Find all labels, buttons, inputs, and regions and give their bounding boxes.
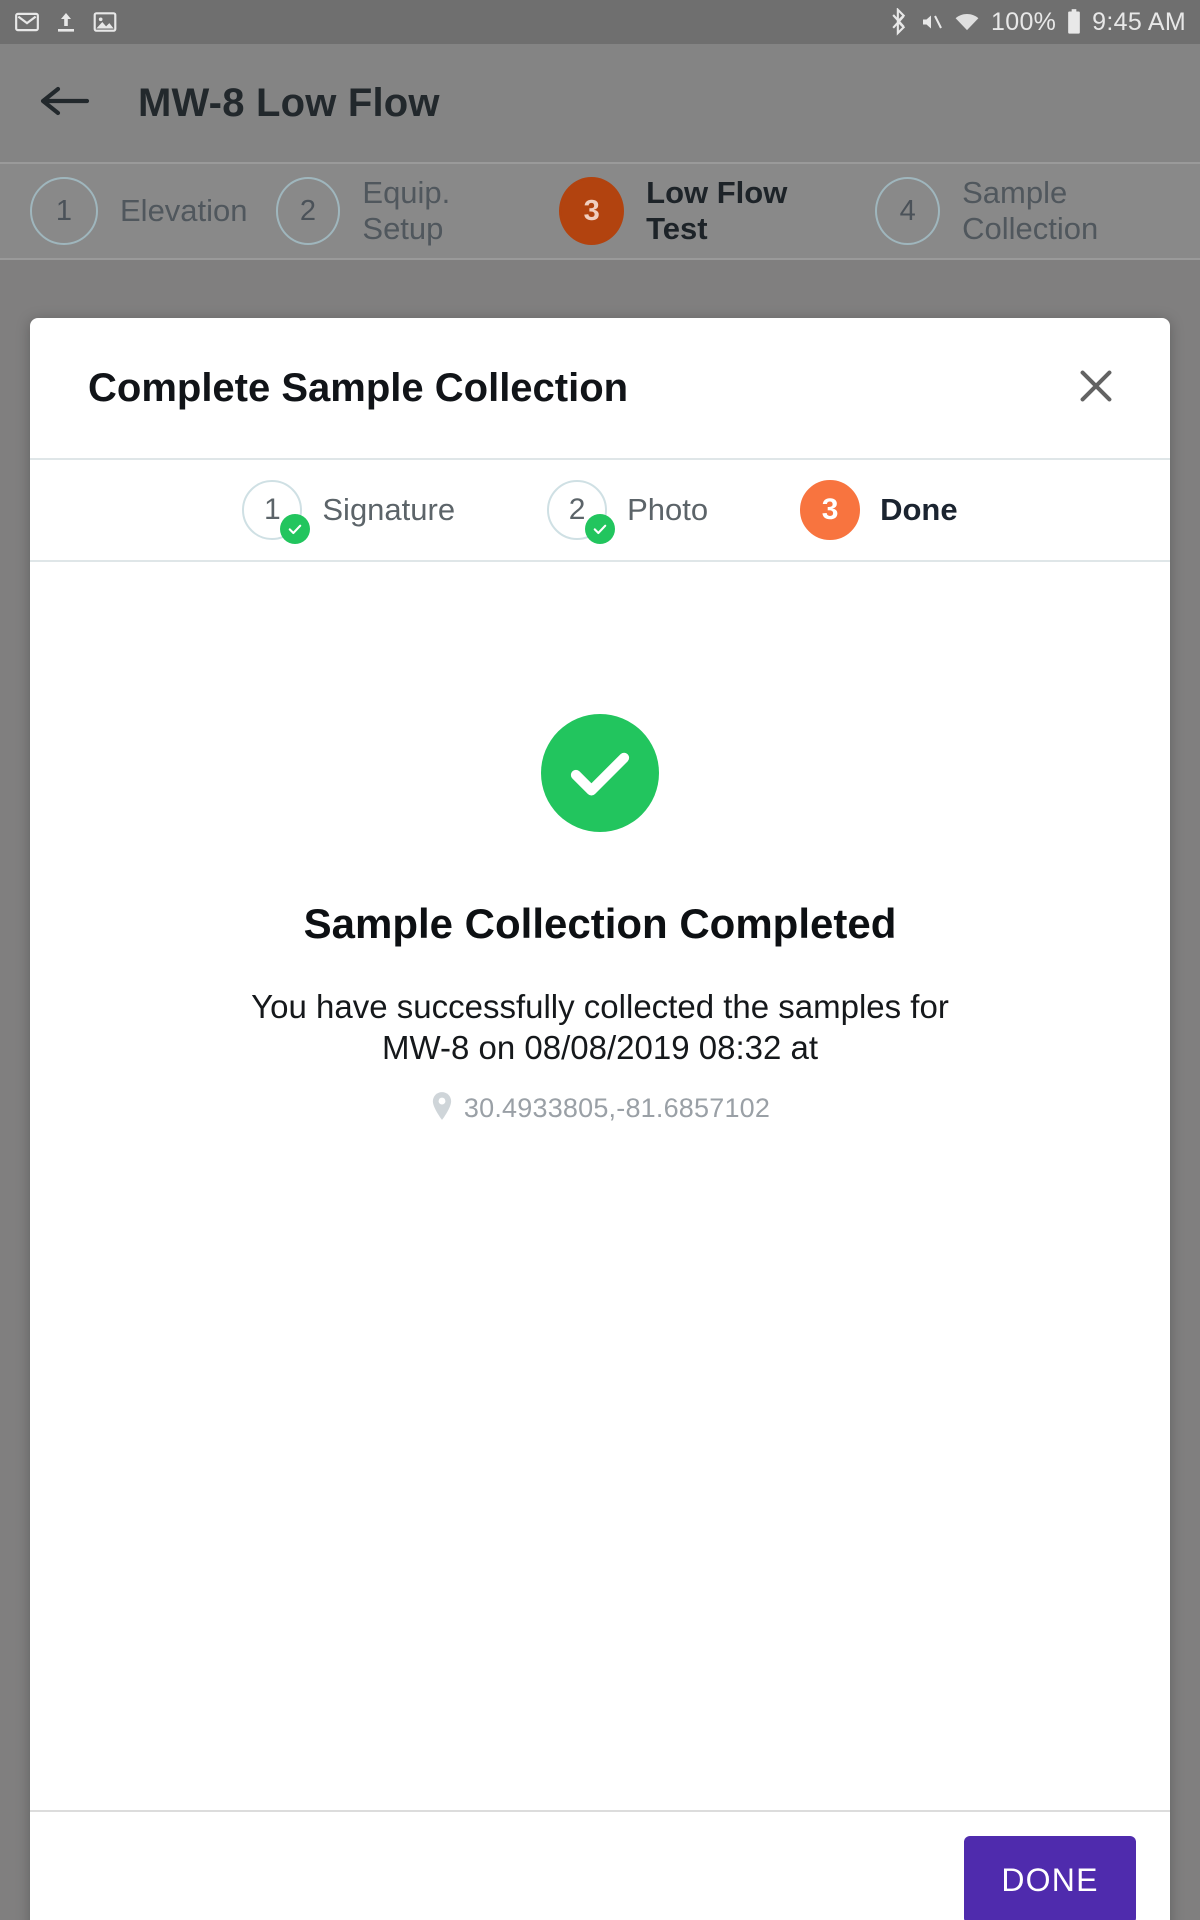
dialog-step-photo[interactable]: 2 Photo <box>547 480 709 544</box>
stepper-item-low-flow-test[interactable]: 3 Low Flow Test <box>559 175 847 247</box>
done-button[interactable]: DONE <box>964 1836 1136 1920</box>
battery-percent-label: 100% <box>991 7 1057 36</box>
map-pin-icon <box>430 1091 454 1126</box>
page-title: MW-8 Low Flow <box>138 80 440 125</box>
stepper-item-sample-collection[interactable]: 4 Sample Collection <box>875 175 1200 247</box>
wifi-icon <box>953 9 981 35</box>
step-complete-check-icon <box>280 514 311 544</box>
step-number-circle: 1 <box>30 177 98 245</box>
status-bar-right: 100% 9:45 AM <box>889 8 1186 37</box>
back-button[interactable] <box>36 75 92 131</box>
step-circle-wrap: 1 <box>242 480 311 544</box>
coordinates-label: 30.4933805,-81.6857102 <box>463 1092 771 1123</box>
dialog-body: Sample Collection Completed You have suc… <box>30 562 1170 1810</box>
step-number-circle: 2 <box>275 177 341 245</box>
step-label-current: Done <box>880 492 958 527</box>
clock-label: 9:45 AM <box>1092 7 1186 36</box>
success-message: You have successfully collected the samp… <box>251 988 949 1067</box>
dialog-stepper: 1 Signature 2 Photo 3 Done <box>30 460 1170 562</box>
step-circle-wrap: 3 <box>800 480 861 540</box>
step-label: Sample Collection <box>962 175 1099 246</box>
stepper-item-elevation[interactable]: 1 Elevation <box>30 177 248 245</box>
mute-icon <box>919 9 943 35</box>
complete-sample-collection-dialog: Complete Sample Collection 1 Signature 2 <box>30 318 1170 1920</box>
status-bar-left-icons <box>14 9 118 35</box>
image-icon <box>92 9 118 35</box>
dialog-step-signature[interactable]: 1 Signature <box>242 480 456 544</box>
step-label: Signature <box>322 492 456 527</box>
success-title: Sample Collection Completed <box>303 900 897 947</box>
location-row: 30.4933805,-81.6857102 <box>430 1091 770 1126</box>
workflow-stepper: 1 Elevation 2 Equip. Setup 3 Low Flow Te… <box>0 162 1200 260</box>
bluetooth-icon <box>889 8 909 36</box>
close-icon <box>1073 363 1119 414</box>
dialog-title: Complete Sample Collection <box>88 365 629 410</box>
step-label: Photo <box>627 492 709 527</box>
back-arrow-icon <box>38 81 90 126</box>
step-circle-wrap: 2 <box>547 480 616 544</box>
step-complete-check-icon <box>585 514 616 544</box>
close-button[interactable] <box>1064 356 1128 420</box>
dialog-step-done[interactable]: 3 Done <box>800 480 958 540</box>
step-label-active: Low Flow Test <box>646 175 788 246</box>
dialog-footer: DONE <box>30 1810 1170 1920</box>
step-number-circle-current: 3 <box>800 480 861 540</box>
step-number-circle-active: 3 <box>559 177 625 245</box>
battery-full-icon <box>1066 8 1082 36</box>
step-number-circle: 4 <box>875 177 941 245</box>
mail-icon <box>14 9 40 35</box>
upload-icon <box>54 9 78 35</box>
step-label: Equip. Setup <box>362 175 451 246</box>
check-circle-icon <box>541 714 659 832</box>
status-bar: 100% 9:45 AM <box>0 0 1200 44</box>
step-label: Elevation <box>120 193 248 228</box>
dialog-header: Complete Sample Collection <box>30 318 1170 460</box>
app-bar: MW-8 Low Flow <box>0 44 1200 162</box>
stepper-item-equip-setup[interactable]: 2 Equip. Setup <box>275 175 532 247</box>
